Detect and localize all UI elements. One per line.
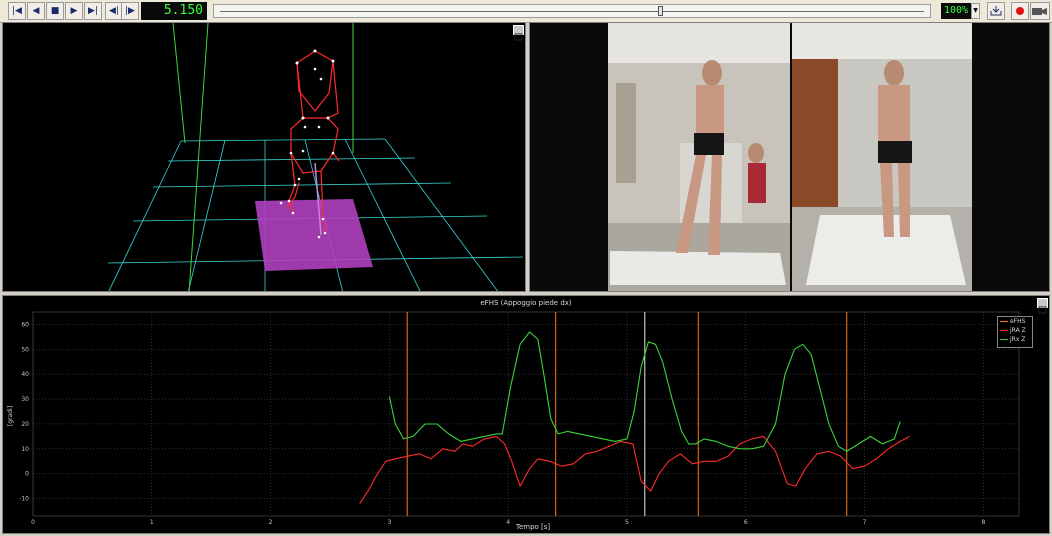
x-tick-label: 1 <box>150 519 154 526</box>
force-plate <box>255 199 373 271</box>
legend-label: jRA Z <box>1010 327 1026 334</box>
y-tick-label: 20 <box>21 421 29 428</box>
graph-title: eFHS (Appoggio piede dx) <box>480 299 572 307</box>
export-icon <box>990 6 1002 16</box>
previous-event-icon: ◀| <box>109 6 119 16</box>
skip-start-icon: |◀ <box>12 6 22 16</box>
x-tick-label: 2 <box>269 519 273 526</box>
skip-end-icon: ▶| <box>88 6 98 16</box>
maximize-graph-button[interactable] <box>1037 298 1048 314</box>
x-tick-label: 3 <box>387 519 391 526</box>
legend-swatch <box>1000 339 1008 340</box>
stop-button[interactable]: ■ <box>46 2 64 20</box>
go-to-start-button[interactable]: |◀ <box>8 2 26 20</box>
zoom-dropdown-button[interactable]: ▼ <box>971 3 980 19</box>
export-button[interactable] <box>987 2 1005 20</box>
step-back-button[interactable]: ◀ <box>27 2 45 20</box>
transport-toolbar: |◀ ◀ ■ ▶ ▶| ◀| |▶ 5.150 100% ▼ <box>0 0 1052 23</box>
line-chart: -10 0 10 20 30 40 50 60 0 1 2 3 4 5 6 7 8 Tempo [s] [gra… <box>7 311 1020 531</box>
video-frames <box>608 23 972 291</box>
y-tick-label: 30 <box>21 396 29 403</box>
go-to-end-button[interactable]: ▶| <box>84 2 102 20</box>
3d-skeleton-view[interactable] <box>2 22 526 292</box>
legend-item-jra: jRA Z <box>998 326 1032 335</box>
timecode-display: 5.150 <box>141 2 207 20</box>
x-tick-label: 6 <box>744 519 748 526</box>
y-tick-label: 60 <box>21 321 29 328</box>
x-tick-label: 0 <box>31 519 35 526</box>
legend-item-jrx: jRx Z <box>998 335 1032 344</box>
video-view[interactable] <box>529 22 1050 292</box>
legend-item-efhs: eFHS <box>998 317 1032 326</box>
zoom-level: 100% <box>941 3 971 19</box>
chart-legend: eFHS jRA Z jRx Z <box>997 316 1033 348</box>
video-frame-frontal <box>792 23 972 291</box>
y-tick-label: 0 <box>25 471 29 478</box>
step-back-icon: ◀ <box>32 6 40 16</box>
camera-button[interactable] <box>1030 2 1050 20</box>
y-tick-label: -10 <box>19 496 29 503</box>
legend-label: jRx Z <box>1010 336 1026 343</box>
x-tick-label: 5 <box>625 519 629 526</box>
camera-icon <box>1032 8 1047 15</box>
series-line-jra-z <box>359 435 910 504</box>
y-tick-label: 50 <box>21 346 29 353</box>
x-tick-label: 7 <box>863 519 867 526</box>
stop-icon: ■ <box>50 6 60 16</box>
play-button[interactable]: ▶ <box>65 2 83 20</box>
legend-swatch <box>1000 330 1008 331</box>
video-frame-lateral <box>608 23 790 291</box>
x-axis-label: Tempo [s] <box>515 523 551 531</box>
timeline-slider[interactable] <box>213 4 931 18</box>
series-lines <box>359 331 910 504</box>
legend-swatch <box>1000 321 1008 322</box>
timeline-thumb[interactable] <box>658 6 663 16</box>
legend-label: eFHS <box>1010 318 1026 325</box>
record-icon <box>1016 7 1024 15</box>
timeline-track <box>220 11 924 12</box>
y-tick-label: 10 <box>21 446 29 453</box>
plot-frame <box>32 311 1020 517</box>
y-tick-label: 40 <box>21 371 29 378</box>
3d-scene <box>107 23 524 291</box>
x-tick-label: 8 <box>981 519 985 526</box>
y-axis-label: [gradi] <box>7 406 14 426</box>
chevron-down-icon: ▼ <box>973 7 978 14</box>
next-event-icon: |▶ <box>125 6 135 16</box>
next-event-button[interactable]: |▶ <box>121 2 139 20</box>
maximize-3d-view-button[interactable] <box>513 25 524 41</box>
x-tick-label: 4 <box>506 519 510 526</box>
chart-grid <box>32 311 1020 517</box>
maximize-icon <box>514 33 523 41</box>
angle-graph-panel[interactable]: eFHS (Appoggio piede dx) -10 0 10 20 30 40 50 6… <box>2 295 1050 534</box>
maximize-icon <box>1038 306 1047 314</box>
record-button[interactable] <box>1011 2 1029 20</box>
play-icon: ▶ <box>70 6 78 16</box>
